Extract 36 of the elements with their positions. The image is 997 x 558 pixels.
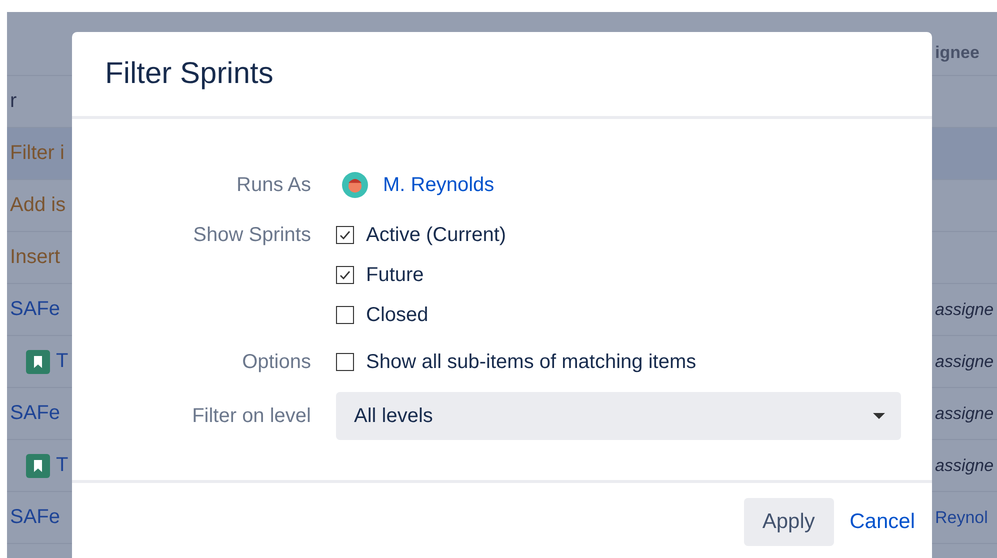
table-cell: T	[56, 454, 68, 477]
table-cell: Insert	[10, 246, 60, 269]
bookmark-icon	[26, 454, 50, 478]
checkbox-label: Closed	[366, 304, 428, 326]
avatar-icon	[342, 172, 368, 198]
caret-icon	[873, 413, 885, 419]
field-label: Show Sprints	[192, 223, 311, 248]
table-cell: SAFe	[10, 506, 60, 529]
checkbox[interactable]	[336, 306, 354, 324]
checkbox-label: Future	[366, 264, 424, 286]
table-cell: SAFe	[10, 402, 60, 425]
table-cell: assigne	[935, 352, 994, 370]
apply-button[interactable]: Apply	[744, 498, 834, 546]
table-cell: r	[10, 90, 17, 113]
dialog-title: Filter Sprints	[105, 57, 274, 91]
field-label: Options	[241, 350, 311, 375]
table-cell: SAFe	[10, 298, 60, 321]
field-label: Filter on level	[191, 404, 311, 429]
table-cell: T	[56, 350, 68, 373]
checkbox[interactable]	[336, 266, 354, 284]
checkbox-label: Active (Current)	[366, 224, 506, 246]
bookmark-icon	[26, 350, 50, 374]
field-label: Runs As	[236, 173, 311, 198]
column-header: ignee	[935, 43, 980, 62]
table-cell: assigne	[935, 404, 994, 422]
user-link[interactable]: M. Reynolds	[383, 174, 494, 196]
table-cell: Filter i	[10, 142, 64, 165]
checkbox-label: Show all sub-items of matching items	[366, 350, 696, 374]
checkbox[interactable]	[336, 353, 354, 371]
table-cell: Add is	[10, 194, 66, 217]
checkbox[interactable]	[336, 226, 354, 244]
level-dropdown[interactable]: All levels	[336, 392, 901, 440]
table-cell: assigne	[935, 456, 994, 474]
cancel-link[interactable]: Cancel	[850, 498, 915, 546]
table-cell: Reynol	[935, 508, 988, 526]
table-cell: assigne	[935, 300, 994, 318]
